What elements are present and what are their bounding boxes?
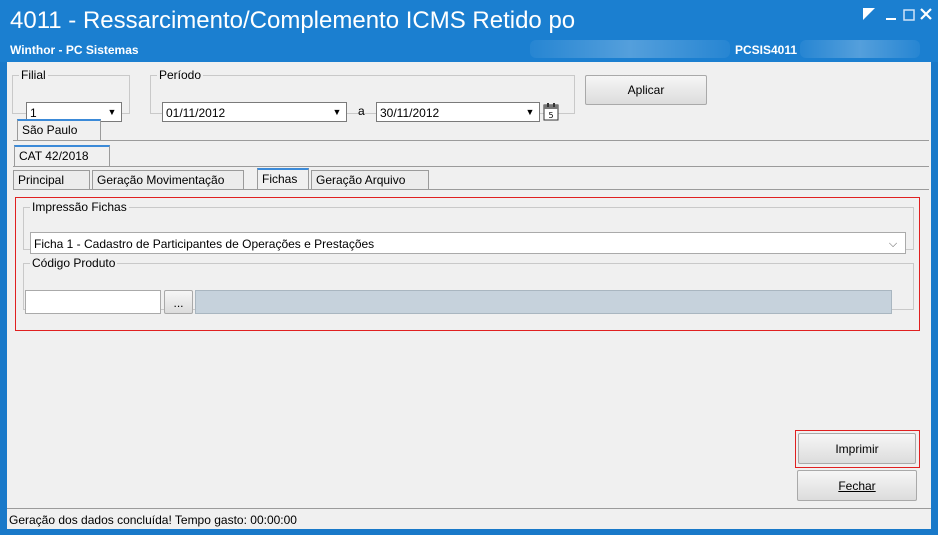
product-description-field [195,290,892,314]
periodo-group: Período 01/11/2012 ▼ a 30/11/2012 ▼ 5 [150,68,575,122]
blurred-info-2 [800,40,920,58]
date-from-value: 01/11/2012 [166,106,226,120]
divider [13,166,929,167]
apply-button[interactable]: Aplicar [585,75,707,105]
calendar-icon[interactable]: 5 [541,102,561,122]
codigo-produto-label: Código Produto [32,256,116,270]
status-text: Geração dos dados concluída! Tempo gasto… [9,513,297,527]
periodo-label: Período [159,68,202,82]
print-button[interactable]: Imprimir [798,433,916,464]
date-to-value: 30/11/2012 [380,106,440,120]
tab-fichas[interactable]: Fichas [257,168,309,189]
status-bar: Geração dos dados concluída! Tempo gasto… [7,508,931,529]
tab-cat-42[interactable]: CAT 42/2018 [14,145,110,166]
divider [13,140,929,141]
divider [13,189,929,190]
application-window: 4011 - Ressarcimento/Complemento ICMS Re… [0,0,938,535]
impressao-fichas-group: Impressão Fichas Ficha 1 - Cadastro de P… [23,200,914,254]
system-id: PCSIS4011 [735,43,798,57]
fichas-panel-highlight: Impressão Fichas Ficha 1 - Cadastro de P… [15,197,920,331]
impressao-fichas-label: Impressão Fichas [32,200,127,214]
tab-geracao-movimentacao[interactable]: Geração Movimentação [92,170,244,189]
codigo-produto-group: Código Produto ... [23,256,914,314]
state-tab-row: São Paulo [13,119,929,141]
filial-label: Filial [21,68,46,82]
ficha-select[interactable]: Ficha 1 - Cadastro de Participantes de O… [30,232,906,254]
window-title: 4011 - Ressarcimento/Complemento ICMS Re… [10,7,576,34]
window-subtitle: Winthor - PC Sistemas [10,43,139,57]
product-code-input[interactable] [25,290,161,314]
tab-principal[interactable]: Principal [13,170,90,189]
chevron-down-icon[interactable]: ▼ [329,104,345,120]
chevron-down-icon[interactable]: ▼ [522,104,538,120]
client-area: Filial 1 ▼ Período 01/11/2012 ▼ a 30/11/… [7,62,931,529]
filial-group: Filial 1 ▼ [12,68,130,122]
date-to-picker[interactable]: 30/11/2012 ▼ [376,102,540,122]
filial-value: 1 [30,106,37,120]
blurred-info [530,40,730,58]
date-separator: a [358,104,365,118]
print-button-highlight: Imprimir [795,430,920,468]
close-icon[interactable] [915,6,937,28]
chevron-down-icon[interactable]: ▼ [104,104,120,120]
title-bar[interactable]: 4011 - Ressarcimento/Complemento ICMS Re… [0,0,938,62]
cat-tab-row: CAT 42/2018 [13,145,929,167]
restore-icon[interactable] [858,6,880,28]
product-lookup-button[interactable]: ... [164,290,193,314]
tab-sao-paulo[interactable]: São Paulo [17,119,101,140]
date-from-picker[interactable]: 01/11/2012 ▼ [162,102,347,122]
sub-tab-row: Principal Geração Movimentação Fichas Ge… [13,168,929,190]
svg-text:5: 5 [548,111,553,120]
close-button[interactable]: Fechar [797,470,917,501]
tab-geracao-arquivo[interactable]: Geração Arquivo [311,170,429,189]
ficha-selected-value: Ficha 1 - Cadastro de Participantes de O… [34,237,375,251]
chevron-down-icon[interactable]: ⌵ [885,236,901,252]
